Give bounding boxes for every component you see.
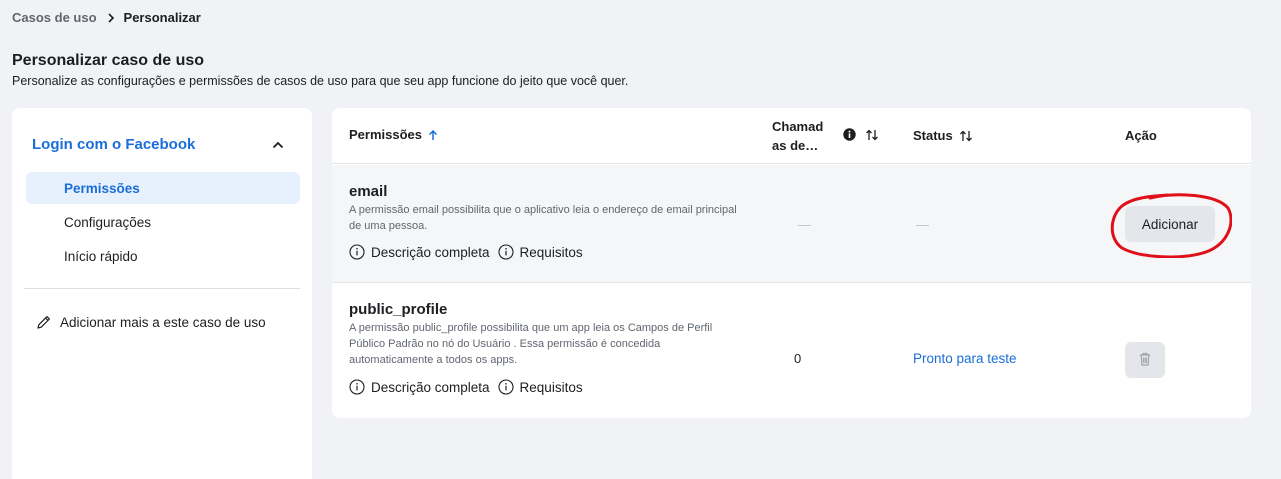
sidebar-item-label: Início rápido (64, 248, 138, 264)
calls-value: 0 (794, 351, 802, 366)
full-description-link[interactable]: Descrição completa (349, 379, 490, 395)
sort-icon[interactable] (865, 129, 879, 141)
sidebar-item-settings[interactable]: Configurações (26, 206, 300, 238)
full-description-link[interactable]: Descrição completa (349, 244, 490, 260)
info-circle-icon (497, 379, 514, 395)
sort-icon[interactable] (959, 130, 973, 142)
add-more-label: Adicionar mais a este caso de uso (60, 314, 266, 330)
permission-links: Descrição completa Requisitos (349, 379, 591, 395)
breadcrumb: Casos de uso Personalizar (12, 10, 201, 25)
pencil-icon (36, 314, 52, 330)
requirements-label: Requisitos (519, 244, 583, 260)
permission-name: email (349, 183, 388, 200)
usecase-header[interactable]: Login com o Facebook (32, 136, 286, 153)
column-header-label: Permissões (349, 127, 422, 142)
column-header-label: Status (913, 128, 953, 143)
full-description-label: Descrição completa (371, 379, 490, 395)
info-icon[interactable] (843, 128, 856, 141)
breadcrumb-current: Personalizar (123, 10, 201, 25)
info-circle-icon (497, 244, 514, 260)
add-permission-button[interactable]: Adicionar (1125, 206, 1215, 242)
breadcrumb-parent-link[interactable]: Casos de uso (12, 10, 97, 25)
add-more-usecase-link[interactable]: Adicionar mais a este caso de uso (36, 314, 266, 330)
permission-description: A permissão email possibilita que o apli… (349, 204, 737, 232)
permission-name: public_profile (349, 301, 448, 318)
column-header-action: Ação (1125, 128, 1157, 143)
page-subtitle: Personalize as configurações e permissõe… (12, 74, 629, 88)
requirements-link[interactable]: Requisitos (497, 244, 583, 260)
chevron-right-icon (107, 12, 115, 23)
requirements-label: Requisitos (519, 379, 583, 395)
column-header-permissions[interactable]: Permissões (349, 127, 438, 142)
sidebar-item-label: Permissões (64, 180, 140, 196)
status-value: — (916, 217, 929, 232)
arrow-up-icon[interactable] (428, 129, 438, 141)
sidebar-item-permissions[interactable]: Permissões (26, 172, 300, 204)
table-row: email A permissão email possibilita que … (332, 165, 1251, 283)
remove-permission-button[interactable] (1125, 342, 1165, 378)
sidebar-divider (24, 288, 300, 289)
sidebar: Login com o Facebook Permissões Configur… (12, 108, 312, 479)
column-header-calls[interactable]: Chamad as de… (772, 117, 832, 155)
requirements-link[interactable]: Requisitos (497, 379, 583, 395)
permissions-table: Permissões Chamad as de… Status Ação ema… (332, 108, 1251, 418)
sidebar-item-label: Configurações (64, 214, 152, 230)
sidebar-item-quickstart[interactable]: Início rápido (26, 240, 300, 272)
full-description-label: Descrição completa (371, 244, 490, 260)
permission-description: A permissão public_profile possibilita q… (349, 322, 713, 366)
calls-value: — (798, 217, 811, 232)
page-title: Personalizar caso de uso (12, 52, 205, 69)
column-header-status[interactable]: Status (913, 128, 973, 143)
info-circle-icon (349, 244, 365, 260)
permission-links: Descrição completa Requisitos (349, 244, 591, 260)
chevron-up-icon[interactable] (270, 137, 286, 153)
trash-icon (1137, 351, 1153, 370)
table-header: Permissões Chamad as de… Status Ação (332, 108, 1251, 164)
column-header-calls-tools (843, 128, 879, 141)
status-link[interactable]: Pronto para teste (913, 351, 1017, 366)
table-row: public_profile A permissão public_profil… (332, 284, 1251, 418)
info-circle-icon (349, 379, 365, 395)
usecase-title: Login com o Facebook (32, 136, 196, 153)
